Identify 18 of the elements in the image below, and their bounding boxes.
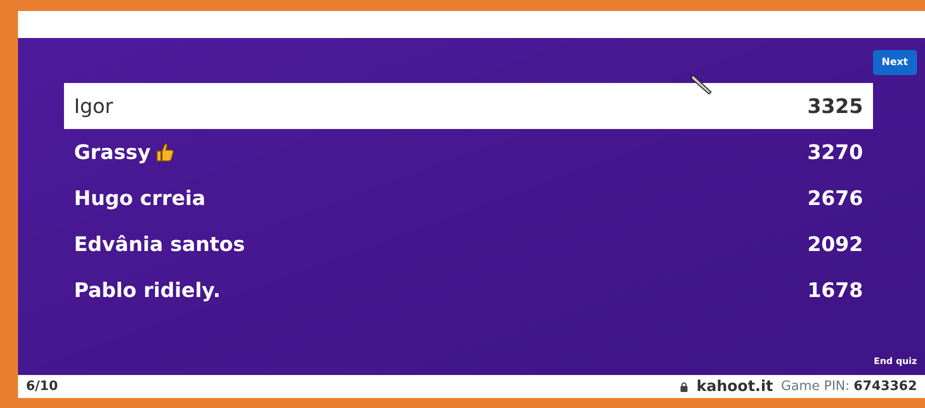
player-name: Edvânia santos	[74, 231, 245, 258]
game-pin: 6743362	[854, 378, 917, 396]
player-name: Hugo crreia	[74, 185, 206, 212]
player-score: 2092	[807, 231, 863, 258]
player-score: 3270	[807, 139, 863, 166]
pencil-cursor-icon	[690, 75, 712, 95]
pin-label: Game PIN:	[781, 378, 850, 396]
question-counter: 6/10	[26, 378, 58, 396]
end-quiz-link[interactable]: End quiz	[874, 356, 917, 369]
lock-icon	[680, 382, 688, 392]
player-name: Igor	[74, 93, 114, 120]
player-score: 1678	[807, 277, 863, 304]
player-name: Pablo ridiely.	[74, 277, 221, 304]
player-score: 3325	[807, 93, 863, 120]
player-score: 2676	[807, 185, 863, 212]
next-button[interactable]: Next	[872, 50, 917, 75]
site-address: kahoot.it	[696, 376, 774, 398]
player-name: Grassy	[74, 139, 151, 166]
